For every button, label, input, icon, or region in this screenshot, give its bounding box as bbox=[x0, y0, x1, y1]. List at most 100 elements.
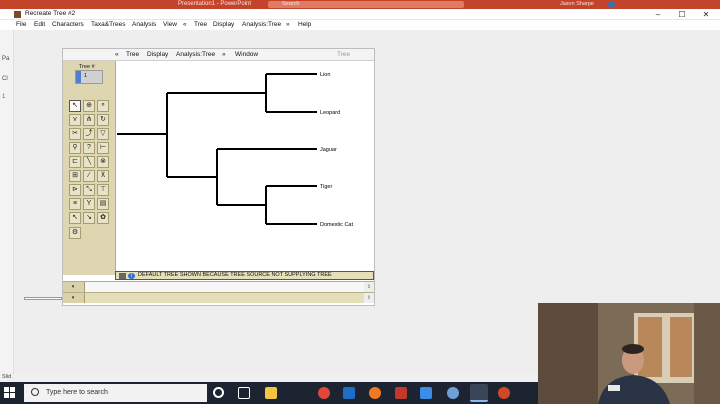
menu-analysis-tree[interactable]: Analysis:Tree bbox=[242, 21, 281, 28]
pointer-blue-tool-icon[interactable]: ↖ bbox=[69, 212, 81, 224]
powerpoint-icon[interactable] bbox=[498, 387, 510, 399]
move-branch-tool-icon[interactable]: ⤴ bbox=[83, 128, 95, 140]
annotation-eye-icon[interactable]: ◐ bbox=[63, 282, 85, 292]
annotation-field[interactable] bbox=[85, 293, 364, 303]
annotation-row: ◐ ⇕ bbox=[63, 292, 374, 303]
subtree-tool-icon[interactable]: ⊳ bbox=[69, 184, 81, 196]
settings-tool-icon[interactable]: ⚙ bbox=[69, 227, 81, 239]
polytomy-tool-icon[interactable]: ⊏ bbox=[69, 156, 81, 168]
menu-analysis[interactable]: Analysis bbox=[132, 21, 156, 28]
trace-tool-icon[interactable]: ⊤ bbox=[97, 184, 109, 196]
scroll-arrows-icon[interactable]: ⇕ bbox=[364, 282, 374, 292]
avatar[interactable] bbox=[608, 1, 615, 8]
powerpoint-status-text: Slid bbox=[2, 374, 12, 380]
phylogenetic-tree: Lion Leopard Jaguar Tiger Domestic Cat bbox=[117, 72, 353, 228]
mail-icon[interactable] bbox=[420, 387, 432, 399]
pointer-paint-tool-icon[interactable]: ↘ bbox=[83, 212, 95, 224]
powerpoint-clipboard-label: Cl bbox=[2, 76, 8, 82]
r-icon[interactable] bbox=[447, 387, 459, 399]
draw-branch-tool-icon[interactable]: ╲ bbox=[83, 156, 95, 168]
tree-menu-analysis-tree[interactable]: Analysis:Tree bbox=[176, 51, 215, 58]
taxon-label[interactable]: Lion bbox=[320, 72, 330, 78]
magnify-tool-icon[interactable]: ⊕ bbox=[83, 100, 95, 112]
menu-characters[interactable]: Characters bbox=[52, 21, 84, 28]
powerpoint-title-bar: Presentation1 - PowerPoint Search Jason … bbox=[0, 0, 720, 9]
scale-tool-icon[interactable]: ⊞ bbox=[69, 170, 81, 182]
note-tool-icon[interactable]: ▤ bbox=[97, 198, 109, 210]
annotation-field[interactable] bbox=[85, 282, 364, 292]
java-icon[interactable] bbox=[470, 384, 488, 402]
tree-menu-tree[interactable]: Tree bbox=[126, 51, 139, 58]
color-tool-icon[interactable]: ✿ bbox=[97, 212, 109, 224]
tree-window-label: Tree bbox=[337, 51, 351, 58]
branch-length-tool-icon[interactable]: ⁄ bbox=[83, 170, 95, 182]
menu-scroll-right[interactable]: » bbox=[286, 21, 290, 28]
tree-number-value: 1 bbox=[84, 73, 88, 79]
slide-thumbnail[interactable] bbox=[24, 297, 62, 300]
cut-tool-icon[interactable]: ✂ bbox=[69, 128, 81, 140]
ladderize-tool-icon[interactable]: ▽ bbox=[97, 128, 109, 140]
menu-view[interactable]: View bbox=[163, 21, 177, 28]
powerpoint-slide-pane: Fi Pa Cl 1 bbox=[0, 23, 14, 382]
list-tool-icon[interactable]: ≡ bbox=[69, 198, 81, 210]
task-view-icon[interactable] bbox=[238, 387, 250, 399]
tree-number-field[interactable]: 1 bbox=[75, 70, 103, 84]
taskbar-search-placeholder: Type here to search bbox=[46, 389, 108, 396]
maximize-button[interactable]: ☐ bbox=[670, 9, 694, 20]
info-tool-icon[interactable]: ⚬ bbox=[97, 100, 109, 112]
split-tool-icon[interactable]: Y bbox=[83, 198, 95, 210]
tree-menu-display[interactable]: Display bbox=[147, 51, 168, 58]
cortana-icon[interactable] bbox=[213, 387, 224, 398]
close-button[interactable]: ✕ bbox=[694, 9, 718, 20]
taxon-label[interactable]: Leopard bbox=[320, 110, 340, 116]
info-icon[interactable]: i bbox=[128, 273, 135, 279]
tree-window: « Tree Display Analysis:Tree » Window Tr… bbox=[62, 48, 375, 306]
help-tool-icon[interactable]: ? bbox=[83, 142, 95, 154]
annotation-row: ◐ ⇕ bbox=[63, 281, 374, 292]
file-explorer-icon[interactable] bbox=[265, 387, 277, 399]
outlook-icon[interactable] bbox=[343, 387, 355, 399]
taxon-label[interactable]: Domestic Cat bbox=[320, 222, 353, 228]
menu-edit[interactable]: Edit bbox=[34, 21, 45, 28]
mesquite-app-icon bbox=[14, 11, 21, 18]
tool-palette: Tree # 1 ↖ ⊕ ⚬ ⋎ ⋔ ↻ ✂ ⤴ ▽ ⚲ ? ⊢ ⊏ ╲ ⊗ ⊞… bbox=[63, 61, 116, 275]
firefox-icon[interactable] bbox=[369, 387, 381, 399]
chrome-icon[interactable] bbox=[318, 387, 330, 399]
tree-menu-scroll-right[interactable]: » bbox=[222, 51, 226, 58]
taxon-label[interactable]: Jaguar bbox=[320, 147, 337, 153]
search-icon bbox=[31, 388, 39, 396]
tree-menu-window[interactable]: Window bbox=[235, 51, 258, 58]
prune-tool-icon[interactable]: ⊗ bbox=[97, 156, 109, 168]
menu-scroll-left[interactable]: « bbox=[183, 21, 187, 28]
tree-number-scroll-icon[interactable] bbox=[76, 71, 81, 83]
menu-display[interactable]: Display bbox=[213, 21, 234, 28]
powerpoint-search-box[interactable]: Search bbox=[268, 1, 464, 8]
rotate-tool-icon[interactable]: ↻ bbox=[97, 114, 109, 126]
slide-number[interactable]: 1 bbox=[2, 94, 5, 100]
taxon-label[interactable]: Tiger bbox=[320, 184, 332, 190]
collapse-tool-icon[interactable]: ⊢ bbox=[97, 142, 109, 154]
mesquite-icon[interactable] bbox=[395, 387, 407, 399]
tree-menu-scroll-left[interactable]: « bbox=[115, 51, 119, 58]
arrow-tool-icon[interactable]: ↖ bbox=[69, 100, 81, 112]
taskbar-search-box[interactable]: Type here to search bbox=[24, 384, 207, 402]
menu-file[interactable]: File bbox=[16, 21, 26, 28]
stretch-tool-icon[interactable]: ⊼ bbox=[97, 170, 109, 182]
scroll-arrows-icon[interactable]: ⇕ bbox=[364, 293, 374, 303]
interchange-tool-icon[interactable]: ⋔ bbox=[83, 114, 95, 126]
tree-canvas[interactable]: Lion Leopard Jaguar Tiger Domestic Cat bbox=[117, 61, 374, 275]
powerpoint-paste-label[interactable]: Pa bbox=[2, 56, 9, 62]
webcam-image bbox=[538, 303, 720, 404]
webcam-overlay bbox=[538, 303, 720, 404]
tree-window-menu-bar: « Tree Display Analysis:Tree » Window Tr… bbox=[63, 49, 374, 61]
menu-taxa-trees[interactable]: Taxa&Trees bbox=[91, 21, 125, 28]
menu-tree[interactable]: Tree bbox=[194, 21, 207, 28]
status-menu-icon[interactable] bbox=[119, 273, 126, 279]
minimize-button[interactable]: – bbox=[646, 9, 670, 20]
windows-start-icon[interactable] bbox=[4, 387, 16, 399]
connect-tool-icon[interactable]: ⤡ bbox=[83, 184, 95, 196]
reroot-tool-icon[interactable]: ⋎ bbox=[69, 114, 81, 126]
search-tool-icon[interactable]: ⚲ bbox=[69, 142, 81, 154]
annotation-eye-icon[interactable]: ◐ bbox=[63, 293, 85, 303]
menu-help[interactable]: Help bbox=[298, 21, 311, 28]
